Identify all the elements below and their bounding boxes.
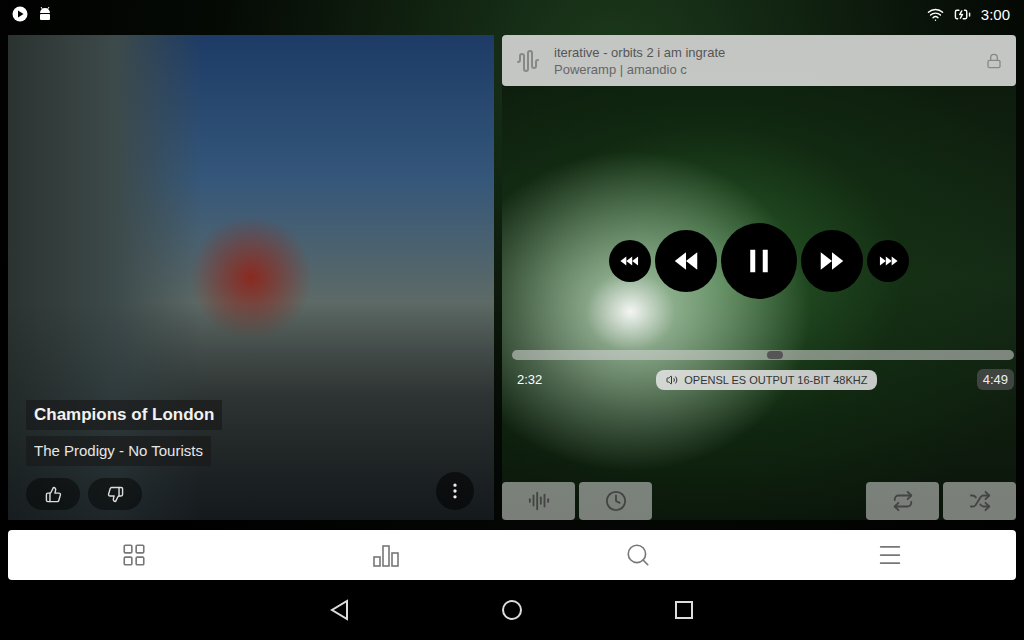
previous-category-button[interactable]: [609, 240, 651, 282]
thumbs-up-icon: [45, 486, 62, 503]
duration-time: 4:49: [977, 369, 1014, 390]
status-time: 3:00: [981, 6, 1010, 23]
right-buttons: [866, 482, 1016, 520]
rating-row: [26, 478, 142, 510]
next-track-subtitle: Poweramp | amandio c: [554, 62, 972, 77]
album-art[interactable]: Champions of London The Prodigy - No Tour…: [8, 35, 494, 520]
next-track-title: iterative - orbits 2 i am ingrate: [554, 45, 972, 60]
grid-icon: [121, 542, 147, 568]
home-icon: [501, 599, 523, 621]
equalizer-button[interactable]: [502, 482, 575, 520]
menu-icon: [876, 541, 904, 569]
play-pause-button[interactable]: [721, 223, 797, 299]
seek-thumb[interactable]: [767, 351, 783, 359]
more-icon: [445, 481, 465, 501]
shuffle-button[interactable]: [943, 482, 1016, 520]
lock-icon: [986, 53, 1002, 69]
recents-button[interactable]: [672, 598, 696, 622]
status-notifications: [12, 6, 52, 22]
next-category-button[interactable]: [867, 240, 909, 282]
menu-button[interactable]: [764, 530, 1016, 580]
previous-button[interactable]: [655, 230, 717, 292]
next-track-text: iterative - orbits 2 i am ingrate Poweram…: [554, 45, 972, 77]
player-panel: iterative - orbits 2 i am ingrate Poweram…: [502, 35, 1016, 520]
thumbs-down-icon: [107, 486, 124, 503]
shuffle-icon: [969, 490, 991, 512]
bottom-nav: [8, 530, 1016, 580]
transport-controls: [502, 223, 1016, 299]
like-button[interactable]: [26, 478, 80, 510]
back-button[interactable]: [328, 598, 352, 622]
status-bar: 3:00: [0, 0, 1024, 28]
seek-area: [502, 350, 1016, 360]
play-notification-icon: [12, 6, 28, 22]
player-bottom-row: [502, 482, 1016, 520]
fast-forward-icon: [817, 246, 847, 276]
waveform-icon: [516, 49, 540, 73]
main-area: Champions of London The Prodigy - No Tour…: [0, 28, 1024, 528]
back-icon: [330, 599, 350, 621]
repeat-icon: [892, 490, 914, 512]
android-icon: [38, 6, 52, 22]
library-button[interactable]: [8, 530, 260, 580]
search-button[interactable]: [512, 530, 764, 580]
seek-bar[interactable]: [512, 350, 1014, 360]
track-artist-album: The Prodigy - No Tourists: [26, 436, 211, 466]
equalizer-nav-button[interactable]: [260, 530, 512, 580]
equalizer-icon: [528, 490, 550, 512]
more-button[interactable]: [436, 472, 474, 510]
clock-icon: [605, 490, 627, 512]
wifi-icon: [927, 6, 944, 23]
output-badge: OPENSL ES OUTPUT 16-BIT 48KHZ: [656, 370, 877, 390]
speaker-icon: [666, 374, 678, 386]
dislike-button[interactable]: [88, 478, 142, 510]
track-title: Champions of London: [26, 400, 222, 430]
sleep-timer-button[interactable]: [579, 482, 652, 520]
status-system: 3:00: [927, 6, 1010, 23]
bar-chart-icon: [372, 543, 400, 567]
search-icon: [625, 542, 651, 568]
battery-icon: [954, 6, 971, 23]
next-track-card[interactable]: iterative - orbits 2 i am ingrate Poweram…: [502, 35, 1016, 86]
times-row: 2:32 OPENSL ES OUTPUT 16-BIT 48KHZ 4:49: [502, 369, 1016, 390]
rewind-icon: [671, 246, 701, 276]
previous-category-icon: [619, 254, 641, 268]
next-category-icon: [877, 254, 899, 268]
next-button[interactable]: [801, 230, 863, 292]
poweramp-screen: 3:00 Champions of London The Prodigy - No …: [0, 0, 1024, 640]
home-button[interactable]: [500, 598, 524, 622]
repeat-button[interactable]: [866, 482, 939, 520]
left-buttons: [502, 482, 652, 520]
system-nav-bar: [0, 580, 1024, 640]
elapsed-time: 2:32: [517, 372, 557, 387]
pause-icon: [744, 246, 774, 276]
recents-icon: [674, 600, 694, 620]
